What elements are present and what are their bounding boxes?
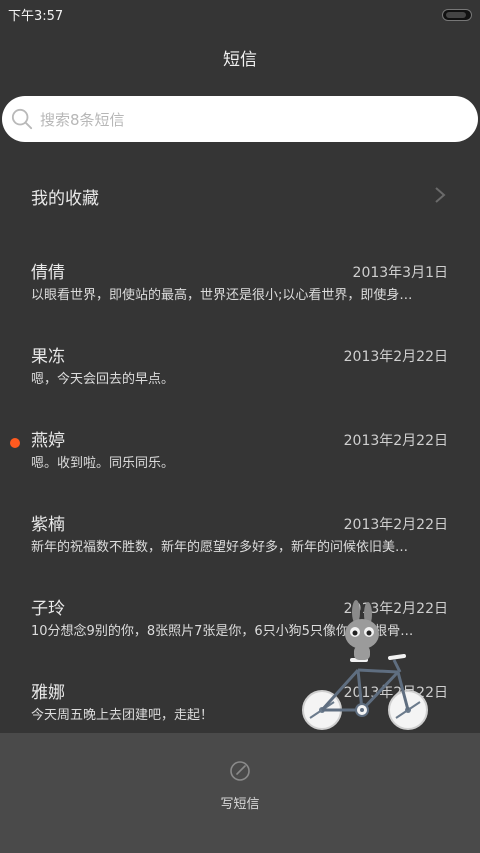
contact-name: 果冻 xyxy=(31,347,65,367)
message-snippet: 新年的祝福数不胜数，新年的愿望好多好多，新年的问候依旧美… xyxy=(31,540,409,555)
search-bar[interactable] xyxy=(2,96,478,144)
contact-name: 燕婷 xyxy=(31,431,65,451)
contact-name: 雅娜 xyxy=(31,683,65,703)
compose-icon xyxy=(230,761,250,781)
message-item[interactable]: 子玲 2013年2月22日 10分想念9别的你，8张照片7张是你，6只小狗5只像… xyxy=(0,580,480,664)
message-item[interactable]: 燕婷 2013年2月22日 嗯。收到啦。同乐同乐。 xyxy=(0,412,480,496)
bottom-bar: 写短信 xyxy=(0,733,480,853)
chevron-right-icon xyxy=(435,187,446,203)
contact-name: 紫楠 xyxy=(31,515,65,535)
favorites-row[interactable]: 我的收藏 xyxy=(0,160,480,230)
message-date: 2013年2月22日 xyxy=(343,517,448,533)
battery-icon xyxy=(442,9,472,21)
message-snippet: 10分想念9别的你，8张照片7张是你，6只小狗5只像你， 4根骨… xyxy=(31,624,414,639)
message-snippet: 嗯，今天会回去的早点。 xyxy=(31,372,175,387)
search-icon xyxy=(11,108,33,130)
status-bar: 下午3:57 xyxy=(0,0,480,28)
message-snippet: 今天周五晚上去团建吧，走起！ xyxy=(31,708,214,723)
message-item[interactable]: 果冻 2013年2月22日 嗯，今天会回去的早点。 xyxy=(0,328,480,412)
message-date: 2013年2月22日 xyxy=(343,685,448,701)
message-item[interactable]: 倩倩 2013年3月1日 以眼看世界，即使站的最高，世界还是很小;以心看世界，即… xyxy=(0,244,480,328)
message-snippet: 嗯。收到啦。同乐同乐。 xyxy=(31,456,175,471)
compose-label: 写短信 xyxy=(220,797,260,812)
compose-button[interactable]: 写短信 xyxy=(200,753,280,823)
contact-name: 子玲 xyxy=(31,599,65,619)
message-date: 2013年2月22日 xyxy=(343,349,448,365)
message-date: 2013年2月22日 xyxy=(343,433,448,449)
message-item[interactable]: 紫楠 2013年2月22日 新年的祝福数不胜数，新年的愿望好多好多，新年的问候依… xyxy=(0,496,480,580)
message-snippet: 以眼看世界，即使站的最高，世界还是很小;以心看世界，即使身… xyxy=(31,288,413,303)
message-date: 2013年3月1日 xyxy=(352,265,448,281)
favorites-label: 我的收藏 xyxy=(31,189,99,209)
contact-name: 倩倩 xyxy=(31,263,65,283)
search-input[interactable] xyxy=(38,96,462,144)
page-title: 短信 xyxy=(223,50,257,70)
status-time: 下午3:57 xyxy=(8,9,64,24)
unread-indicator xyxy=(10,438,20,448)
message-date: 2013年2月22日 xyxy=(343,601,448,617)
